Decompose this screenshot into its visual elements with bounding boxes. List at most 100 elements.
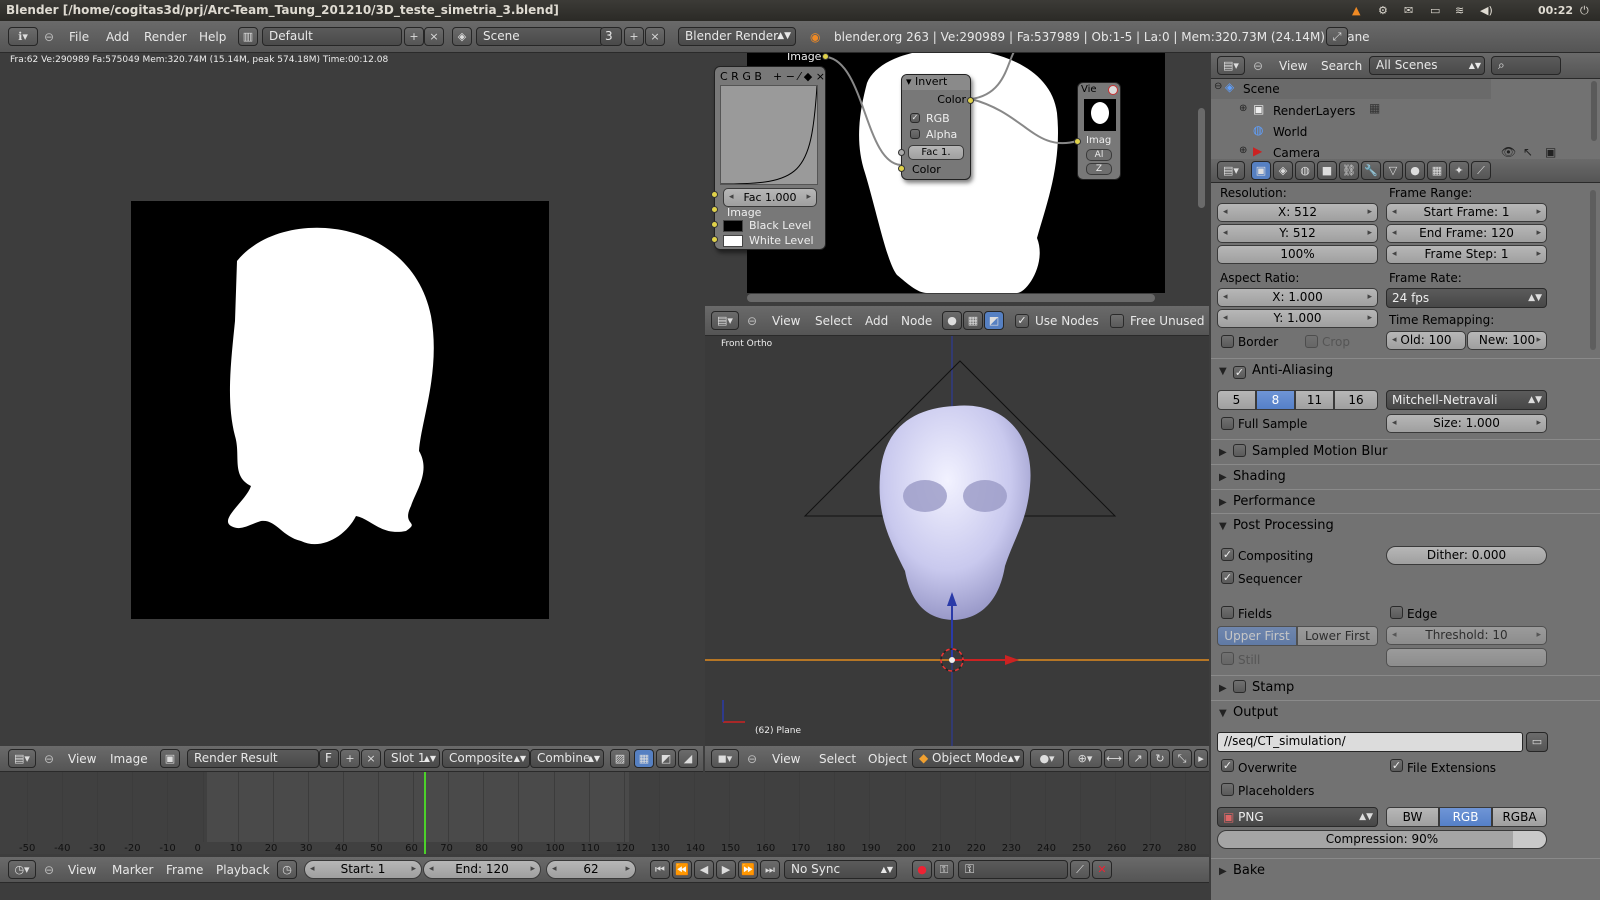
end-frame-field[interactable]: ◂ End Frame: 120 ▸ — [1386, 224, 1547, 243]
viewport-shading-icon[interactable]: ●▾ — [1030, 749, 1064, 768]
collapse-icon[interactable]: ⊖ — [44, 21, 54, 53]
texture-tab-icon[interactable]: ▦ — [1427, 161, 1447, 180]
invert-title[interactable]: ▾ Invert — [902, 75, 970, 90]
fake-user-button[interactable]: F — [319, 749, 339, 768]
outliner-row-camera[interactable]: ⊕ ▶ Camera 👁 ↖ ▣ — [1211, 143, 1600, 159]
add-layout-button[interactable]: + — [404, 27, 424, 46]
unlink-image-button[interactable]: × — [361, 749, 381, 768]
invert-rgb-checkbox[interactable]: ✓ — [910, 113, 920, 123]
placeholders-checkbox[interactable] — [1221, 783, 1234, 796]
bake-panel[interactable]: ▶ Bake — [1211, 858, 1600, 882]
start-frame-field[interactable]: ◂ Start: 1 ▸ — [304, 860, 422, 879]
power-icon[interactable]: ⏻ — [1580, 0, 1589, 21]
remove-layout-button[interactable]: × — [424, 27, 444, 46]
jump-end-icon[interactable]: ⏭ — [760, 860, 780, 879]
viewer-node[interactable]: Vie Imag Al Z — [1074, 82, 1121, 180]
upper-first-button[interactable]: Upper First — [1217, 626, 1297, 646]
physics-tab-icon[interactable]: ⟋ — [1471, 161, 1491, 180]
menu-image[interactable]: Image — [110, 746, 148, 772]
menu-marker[interactable]: Marker — [112, 857, 153, 883]
render-engine-dropdown[interactable]: Blender Render ▲▼ — [678, 27, 796, 46]
outliner-scrollbar[interactable] — [1591, 81, 1597, 141]
shader-nodes-icon[interactable]: ● — [942, 311, 962, 330]
start-frame-field[interactable]: ◂ Start Frame: 1 ▸ — [1386, 203, 1547, 222]
aa-samples-11[interactable]: 11 — [1295, 390, 1334, 410]
delete-keyframe-icon[interactable]: ✕ — [1092, 860, 1112, 879]
remap-old-field[interactable]: ◂ Old: 100 — [1386, 331, 1466, 350]
collapse-icon[interactable]: ⊖ — [747, 746, 757, 772]
viewer-z-socket[interactable]: Z — [1086, 163, 1112, 175]
menu-search[interactable]: Search — [1321, 53, 1362, 79]
res-x-field[interactable]: ◂ X: 512 ▸ — [1217, 203, 1378, 222]
lower-first-button[interactable]: Lower First — [1297, 626, 1378, 646]
pivot-point-icon[interactable]: ⊕▾ — [1068, 749, 1102, 768]
draw-stretch-icon[interactable]: ◢ — [678, 749, 698, 768]
outliner-row-renderlayers[interactable]: ⊕ ▣ RenderLayers ▦ — [1211, 101, 1491, 121]
full-sample-checkbox[interactable] — [1221, 417, 1234, 430]
menu-object[interactable]: Object — [868, 746, 907, 772]
invert-node[interactable]: ▾ Invert Color ✓ RGB Alpha Fac 1. Color — [898, 74, 974, 180]
edge-checkbox[interactable] — [1390, 606, 1403, 619]
black-socket[interactable] — [711, 221, 718, 228]
white-socket[interactable] — [711, 236, 718, 243]
curve-graph[interactable] — [720, 85, 818, 185]
aa-samples-5[interactable]: 5 — [1217, 390, 1256, 410]
insert-keyframe-icon[interactable]: ⟋ — [1070, 860, 1090, 879]
menu-select[interactable]: Select — [819, 746, 856, 772]
play-reverse-icon[interactable]: ◀ — [694, 860, 714, 879]
orientation-icon[interactable]: ▸ — [1194, 749, 1208, 768]
stamp-checkbox[interactable] — [1233, 680, 1246, 693]
anti-aliasing-panel[interactable]: ▼ ✓ Anti-Aliasing — [1211, 358, 1600, 382]
layout-icon[interactable]: ▥ — [238, 27, 258, 46]
object-tab-icon[interactable]: ■ — [1317, 161, 1337, 180]
folder-browse-icon[interactable]: ▭ — [1526, 732, 1548, 752]
invert-fac-socket[interactable] — [898, 149, 905, 156]
aa-filter-dropdown[interactable]: Mitchell-Netravali ▲▼ — [1386, 390, 1547, 410]
draw-zbuf-icon[interactable]: ◩ — [656, 749, 676, 768]
invert-alpha-checkbox[interactable] — [910, 129, 920, 139]
mail-icon[interactable]: ✉ — [1404, 0, 1413, 21]
black-level-swatch[interactable] — [723, 220, 743, 232]
motion-blur-checkbox[interactable] — [1233, 444, 1246, 457]
timeline-area[interactable] — [0, 772, 1209, 854]
battery-icon[interactable]: ▭ — [1430, 0, 1440, 21]
aspect-y-field[interactable]: ◂ Y: 1.000 ▸ — [1217, 309, 1378, 328]
next-keyframe-icon[interactable]: ⏩ — [738, 860, 758, 879]
image-socket[interactable] — [711, 206, 718, 213]
invert-out-socket[interactable] — [967, 97, 974, 104]
menu-view[interactable]: View — [772, 746, 800, 772]
menu-node[interactable]: Node — [901, 306, 932, 336]
manipulator-toggle-icon[interactable]: ⟷ — [1104, 749, 1124, 768]
material-tab-icon[interactable]: ● — [1405, 161, 1425, 180]
image-browse-icon[interactable]: ▣ — [160, 749, 180, 768]
preview-range-icon[interactable]: ◷ — [277, 860, 297, 879]
info-icon[interactable]: ℹ▾ — [8, 27, 38, 46]
wifi-icon[interactable]: ≋ — [1455, 0, 1464, 21]
vertical-scrollbar[interactable] — [1198, 108, 1205, 208]
current-frame-field[interactable]: ◂ 62 ▸ — [546, 860, 636, 879]
texture-nodes-icon[interactable]: ▦ — [963, 311, 983, 330]
aa-samples-16[interactable]: 16 — [1334, 390, 1378, 410]
current-frame-indicator[interactable] — [424, 772, 426, 854]
sync-dropdown[interactable]: No Sync ▲▼ — [784, 860, 897, 879]
draw-rgba-icon[interactable]: ▨ — [610, 749, 630, 768]
scale-icon[interactable]: ⤡ — [1172, 749, 1192, 768]
color-mode-bw[interactable]: BW — [1386, 807, 1439, 827]
menu-add[interactable]: Add — [106, 21, 129, 53]
stamp-panel[interactable]: ▶ Stamp — [1211, 675, 1600, 699]
editor-type-icon[interactable]: ▤▾ — [711, 311, 739, 330]
menu-select[interactable]: Select — [815, 306, 852, 336]
curve-channels[interactable]: C R G B — [720, 70, 762, 83]
particles-tab-icon[interactable]: ✦ — [1449, 161, 1469, 180]
prev-keyframe-icon[interactable]: ⏪ — [672, 860, 692, 879]
sequencer-checkbox[interactable]: ✓ — [1221, 571, 1234, 584]
display-mode-dropdown[interactable]: All Scenes ▲▼ — [1369, 56, 1485, 75]
dither-field[interactable]: Dither: 0.000 — [1386, 546, 1547, 565]
slot-dropdown[interactable]: Slot 1 ▲▼ — [384, 749, 440, 768]
image-name-field[interactable]: Render Result — [187, 749, 319, 768]
modifiers-tab-icon[interactable]: 🔧 — [1361, 161, 1381, 180]
new-image-button[interactable]: + — [340, 749, 360, 768]
fullscreen-icon[interactable]: ⤢ — [1326, 27, 1348, 46]
aspect-x-field[interactable]: ◂ X: 1.000 ▸ — [1217, 288, 1378, 307]
res-percentage-slider[interactable]: 100% — [1217, 245, 1378, 264]
